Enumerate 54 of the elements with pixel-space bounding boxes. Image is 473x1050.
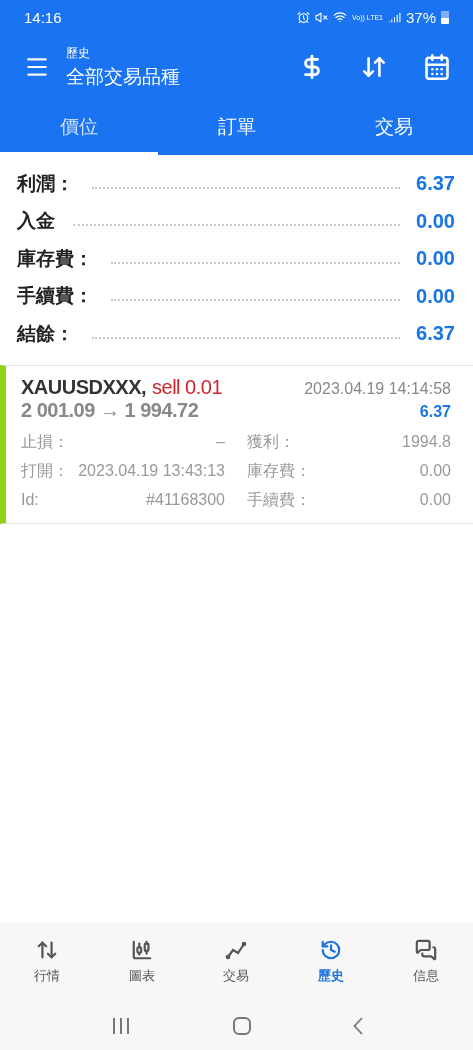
summary-label: 入金 — [17, 209, 55, 234]
deal-card[interactable]: XAUUSDXXX, sell 0.01 2023.04.19 14:14:58 2 001.09 → 1 994.72 6.37 止損： – 獲利： 1994.8 打開： 2023.04.19 13:43:13 庫存費： 0.00 Id: #41168300 手續費： 0.00 — [0, 364, 473, 524]
nav-tab[interactable]: 圖表 — [94, 922, 190, 1002]
field-value: 0.00 — [419, 462, 451, 480]
candlestick-icon — [130, 939, 153, 961]
deal-profit: 6.37 — [419, 402, 451, 421]
nav-tab[interactable]: 交易 — [189, 922, 284, 1002]
summary-value: 6.37 — [416, 322, 455, 346]
summary-label: 利潤： — [17, 171, 74, 196]
back-icon — [352, 1017, 363, 1035]
field-label: 手續費： — [247, 489, 311, 510]
field-value: 1994.8 — [402, 433, 451, 451]
status-time: 14:16 — [24, 8, 62, 26]
alarm-icon — [296, 10, 310, 24]
field-label: Id: — [21, 491, 39, 509]
field-label: 獲利： — [247, 431, 295, 452]
wifi-icon — [332, 10, 347, 24]
field-value: – — [216, 433, 225, 451]
home-button[interactable] — [231, 1016, 252, 1036]
deal-prices: 2 001.09 → 1 994.72 — [21, 398, 199, 422]
nav-tab[interactable]: 行情 — [0, 922, 95, 1002]
battery-percent: 37% — [405, 8, 436, 26]
tab[interactable]: 交易 — [315, 100, 473, 155]
back-button[interactable] — [352, 1017, 363, 1035]
field-label: 庫存費： — [247, 460, 311, 481]
tab[interactable]: 訂單 — [157, 100, 316, 155]
battery-icon — [441, 10, 449, 24]
history-icon — [320, 939, 343, 961]
field-value: 0.00 — [419, 491, 451, 509]
tab[interactable]: 價位 — [0, 100, 158, 155]
summary-value: 0.00 — [416, 247, 455, 271]
signal-icon — [387, 10, 401, 24]
messages-icon — [414, 939, 437, 961]
summary-label: 手續費： — [17, 284, 93, 309]
field-value: #41168300 — [146, 491, 225, 509]
deal-symbol: XAUUSDXXX, — [21, 375, 147, 398]
field-label: 打開： — [21, 460, 69, 481]
summary-value: 6.37 — [416, 172, 455, 196]
nav-tab[interactable]: 歷史 — [283, 922, 379, 1002]
header-subtitle: 歷史 — [66, 44, 91, 62]
summary-value: 0.00 — [416, 284, 455, 308]
summary-label: 結餘： — [17, 321, 74, 346]
up-down-arrows-icon — [36, 939, 59, 961]
line-chart-icon — [225, 939, 248, 961]
field-label: 止損： — [21, 431, 69, 452]
deal-time: 2023.04.19 14:14:58 — [304, 379, 451, 398]
header-title: 全部交易品種 — [66, 64, 181, 89]
field-value: 2023.04.19 13:43:13 — [78, 462, 225, 480]
nav-tab[interactable]: 信息 — [378, 922, 473, 1002]
deal-side: sell 0.01 — [152, 375, 223, 398]
recents-button[interactable] — [110, 1017, 131, 1035]
summary-label: 庫存費： — [17, 246, 93, 271]
summary-value: 0.00 — [416, 209, 455, 233]
mute-icon — [314, 10, 328, 24]
